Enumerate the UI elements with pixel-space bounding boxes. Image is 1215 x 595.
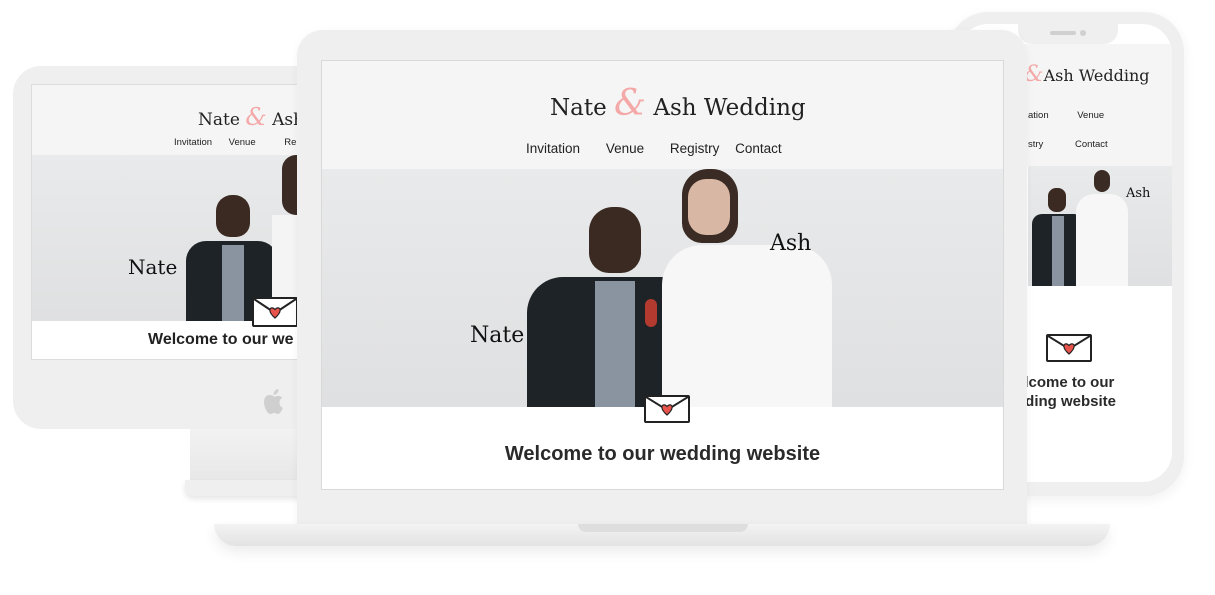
laptop-hero-photo: Nate Ash	[322, 169, 1003, 407]
laptop-notch	[578, 524, 748, 532]
phone-photo-woman	[1072, 170, 1132, 286]
laptop-photo-woman	[652, 169, 842, 407]
phone-welcome-line1: elcome to our	[1016, 374, 1115, 391]
laptop-nav-venue[interactable]: Venue	[606, 141, 644, 156]
desktop-photo-label-nate: Nate	[128, 255, 178, 279]
laptop-title-ash: Ash	[653, 95, 697, 121]
envelope-heart-icon	[252, 297, 298, 327]
phone-nav-venue[interactable]: Venue	[1077, 110, 1104, 121]
desktop-nav-venue[interactable]: Venue	[229, 137, 256, 148]
laptop-nav-invitation[interactable]: Invitation	[526, 141, 580, 156]
phone-nav-contact[interactable]: Contact	[1075, 139, 1108, 150]
apple-logo-icon	[262, 388, 286, 416]
desktop-nav-registry[interactable]: Re	[284, 137, 296, 148]
laptop-photo-label-ash: Ash	[770, 231, 812, 256]
desktop-welcome-heading: Welcome to our we	[148, 331, 294, 348]
phone-title-ash: Ash	[1043, 66, 1074, 85]
laptop-nav: Invitation Venue Registry Contact	[526, 141, 782, 156]
laptop-title-wedding: Wedding	[703, 95, 806, 121]
envelope-heart-icon	[1046, 334, 1092, 362]
laptop-title-nate: Nate	[550, 95, 607, 121]
desktop-title-ampersand: &	[245, 103, 267, 131]
envelope-heart-icon	[644, 395, 690, 423]
phone-nav-row1: ation Venue	[1028, 110, 1104, 121]
phone-site-title: &Ash Wedding	[1024, 62, 1150, 87]
phone-hero-photo: Ash	[1028, 166, 1172, 286]
phone-welcome-line2: dding website	[1016, 393, 1117, 410]
laptop-site-title: Nate & Ash Wedding	[550, 83, 806, 124]
desktop-nav-invitation[interactable]: Invitation	[174, 137, 212, 148]
laptop-title-ampersand: &	[614, 83, 647, 124]
laptop-nav-registry[interactable]: Registry	[670, 141, 720, 156]
phone-nav-registry[interactable]: stry	[1028, 139, 1043, 150]
phone-notch	[1018, 24, 1118, 44]
phone-title-wedding: Wedding	[1078, 66, 1150, 85]
phone-nav-row2: stry Contact	[1028, 139, 1108, 150]
phone-photo-label-ash: Ash	[1126, 186, 1151, 201]
desktop-screen: Nate & Ash W Invitation Venue Re Nate We…	[31, 84, 315, 360]
desktop-nav: Invitation Venue Re	[174, 137, 296, 148]
laptop-nav-contact[interactable]: Contact	[735, 141, 782, 156]
phone-nav-invitation[interactable]: ation	[1028, 110, 1049, 121]
desktop-title-nate: Nate	[198, 110, 240, 130]
laptop-photo-label-nate: Nate	[470, 323, 525, 348]
laptop-welcome-heading: Welcome to our wedding website	[504, 443, 821, 465]
laptop-screen: Nate & Ash Wedding Invitation Venue Regi…	[321, 60, 1004, 490]
